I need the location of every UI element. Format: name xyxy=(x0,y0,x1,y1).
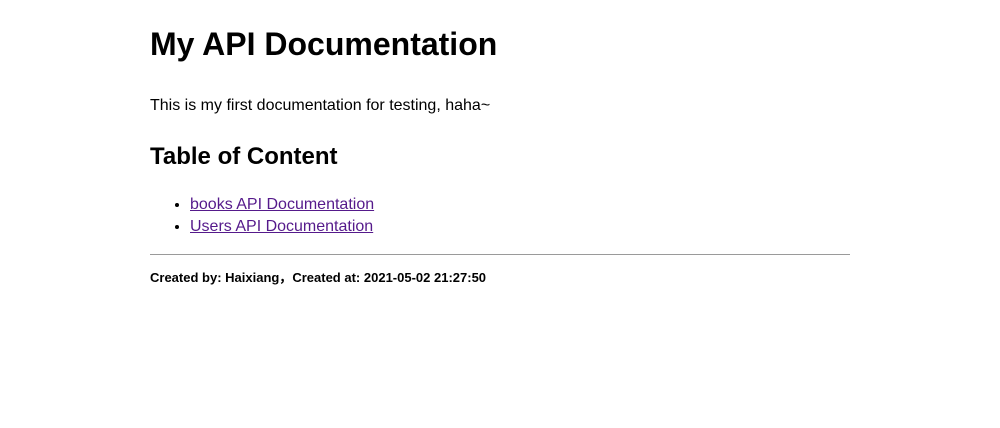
created-at-label: Created at: xyxy=(292,270,364,285)
footer-divider xyxy=(150,254,850,255)
toc-link-users-api[interactable]: Users API Documentation xyxy=(190,218,373,235)
created-at-timestamp: 2021-05-02 21:27:50 xyxy=(363,270,487,285)
toc-link-books-api[interactable]: books API Documentation xyxy=(190,196,374,213)
created-by-label: Created by: xyxy=(150,270,226,285)
page-title: My API Documentation xyxy=(150,26,498,62)
toc-list-item: books API Documentation xyxy=(190,194,850,216)
author-name: Haixiang xyxy=(225,270,280,285)
footer-meta: Created by: Haixiang，Created at: 2021-05… xyxy=(150,269,850,287)
toc-list-item: Users API Documentation xyxy=(190,216,850,238)
toc-heading: Table of Content xyxy=(150,143,338,170)
toc-list: books API Documentation Users API Docume… xyxy=(150,194,850,238)
footer-separator: ， xyxy=(279,270,293,285)
document-page: My API Documentation This is my first do… xyxy=(150,0,850,287)
intro-paragraph: This is my first documentation for testi… xyxy=(150,97,491,114)
